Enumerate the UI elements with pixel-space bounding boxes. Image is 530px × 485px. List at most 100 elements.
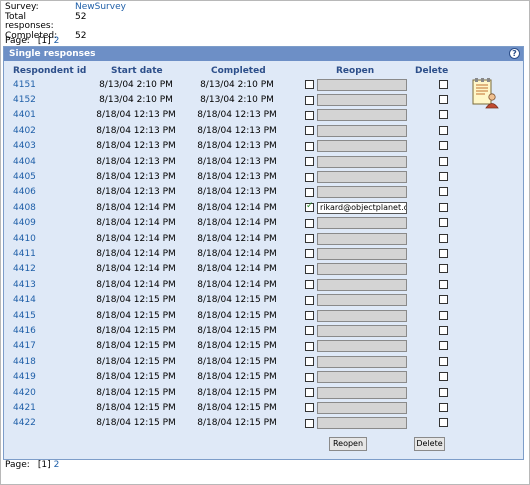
respondent-id-link[interactable]: 4413 xyxy=(13,280,36,290)
respondent-id-link[interactable]: 4403 xyxy=(13,141,36,151)
respondent-id-link[interactable]: 4416 xyxy=(13,326,36,336)
respondent-id-link[interactable]: 4421 xyxy=(13,403,36,413)
reopen-email-input[interactable] xyxy=(317,78,407,91)
delete-checkbox[interactable] xyxy=(438,110,448,120)
reopen-email-input[interactable] xyxy=(317,263,407,276)
reopen-checkbox[interactable] xyxy=(305,295,314,305)
reopen-email-input[interactable] xyxy=(317,355,407,368)
respondent-id-link[interactable]: 4402 xyxy=(13,126,36,136)
pager-next-link[interactable]: 2 xyxy=(54,36,60,46)
reopen-checkbox[interactable] xyxy=(305,187,314,197)
table-row: 4405 8/18/04 12:13 PM 8/18/04 12:13 PM xyxy=(4,169,463,184)
reopen-checkbox[interactable] xyxy=(305,311,314,321)
respondent-id-link[interactable]: 4414 xyxy=(13,295,36,305)
reopen-checkbox[interactable] xyxy=(305,372,314,382)
reopen-email-input[interactable] xyxy=(317,278,407,291)
delete-checkbox[interactable] xyxy=(438,141,448,151)
respondent-id-link[interactable]: 4411 xyxy=(13,249,36,259)
delete-checkbox[interactable] xyxy=(438,264,448,274)
reopen-button[interactable]: Reopen xyxy=(329,437,367,451)
delete-checkbox[interactable] xyxy=(438,156,448,166)
delete-button[interactable]: Delete xyxy=(414,437,445,451)
respondent-id-link[interactable]: 4151 xyxy=(13,80,36,90)
delete-checkbox[interactable] xyxy=(438,295,448,305)
respondent-id-link[interactable]: 4405 xyxy=(13,172,36,182)
delete-checkbox[interactable] xyxy=(438,125,448,135)
reopen-checkbox[interactable] xyxy=(305,403,314,413)
respondent-id-link[interactable]: 4406 xyxy=(13,187,36,197)
delete-checkbox[interactable] xyxy=(438,310,448,320)
reopen-email-input[interactable] xyxy=(317,109,407,122)
delete-checkbox[interactable] xyxy=(438,372,448,382)
reopen-email-input[interactable] xyxy=(317,232,407,245)
reopen-email-input[interactable] xyxy=(317,186,407,199)
delete-checkbox[interactable] xyxy=(438,356,448,366)
reopen-email-input[interactable] xyxy=(317,124,407,137)
reopen-checkbox[interactable] xyxy=(305,172,314,182)
reopen-checkbox[interactable] xyxy=(305,264,314,274)
delete-checkbox[interactable] xyxy=(438,95,448,105)
delete-checkbox[interactable] xyxy=(438,418,448,428)
reopen-checkbox[interactable] xyxy=(305,126,314,136)
respondent-id-link[interactable]: 4417 xyxy=(13,341,36,351)
respondent-id-link[interactable]: 4404 xyxy=(13,157,36,167)
reopen-checkbox[interactable] xyxy=(305,388,314,397)
reopen-checkbox[interactable] xyxy=(305,110,314,120)
reopen-email-input[interactable] xyxy=(317,155,407,168)
reopen-email-input[interactable] xyxy=(317,340,407,353)
respondent-id-link[interactable]: 4409 xyxy=(13,218,36,228)
reopen-email-input[interactable] xyxy=(317,417,407,430)
reopen-email-input[interactable] xyxy=(317,171,407,184)
delete-checkbox[interactable] xyxy=(438,172,448,182)
reopen-email-input[interactable] xyxy=(317,217,407,230)
reopen-email-input[interactable] xyxy=(317,247,407,260)
respondent-id-link[interactable]: 4419 xyxy=(13,372,36,382)
reopen-checkbox[interactable] xyxy=(305,95,314,105)
respondent-id-link[interactable]: 4410 xyxy=(13,234,36,244)
respondent-id-link[interactable]: 4152 xyxy=(13,95,36,105)
reopen-checkbox[interactable] xyxy=(305,326,314,336)
delete-checkbox[interactable] xyxy=(438,387,448,397)
reopen-cell xyxy=(287,123,423,138)
delete-checkbox[interactable] xyxy=(438,233,448,243)
delete-checkbox[interactable] xyxy=(438,79,448,89)
delete-checkbox[interactable] xyxy=(438,187,448,197)
reopen-checkbox[interactable] xyxy=(305,201,314,213)
respondent-id-link[interactable]: 4415 xyxy=(13,311,36,321)
reopen-checkbox[interactable] xyxy=(305,80,314,90)
table-row: 4420 8/18/04 12:15 PM 8/18/04 12:15 PM xyxy=(4,385,463,400)
reopen-checkbox[interactable] xyxy=(305,234,314,244)
reopen-email-input[interactable]: rikard@objectplanet.com xyxy=(317,201,407,214)
delete-checkbox[interactable] xyxy=(438,325,448,335)
reopen-checkbox[interactable] xyxy=(305,418,314,428)
delete-checkbox[interactable] xyxy=(438,248,448,258)
respondent-id-link[interactable]: 4401 xyxy=(13,110,36,120)
reopen-checkbox[interactable] xyxy=(305,249,314,259)
reopen-email-input[interactable] xyxy=(317,94,407,107)
respondent-id-link[interactable]: 4420 xyxy=(13,388,36,398)
respondent-id-link[interactable]: 4408 xyxy=(13,203,36,213)
delete-checkbox[interactable] xyxy=(438,218,448,228)
reopen-email-input[interactable] xyxy=(317,294,407,307)
respondent-id-link[interactable]: 4418 xyxy=(13,357,36,367)
reopen-checkbox[interactable] xyxy=(305,157,314,167)
delete-checkbox[interactable] xyxy=(438,279,448,289)
reopen-email-input[interactable] xyxy=(317,401,407,414)
help-icon[interactable]: ? xyxy=(509,48,520,59)
reopen-checkbox[interactable] xyxy=(305,218,314,228)
delete-checkbox[interactable] xyxy=(438,402,448,412)
delete-checkbox[interactable] xyxy=(438,202,448,212)
reopen-checkbox[interactable] xyxy=(305,357,314,367)
reopen-checkbox[interactable] xyxy=(305,341,314,351)
respondent-id-link[interactable]: 4412 xyxy=(13,264,36,274)
reopen-email-input[interactable] xyxy=(317,324,407,337)
reopen-email-input[interactable] xyxy=(317,386,407,399)
delete-checkbox[interactable] xyxy=(438,341,448,351)
respondent-id-link[interactable]: 4422 xyxy=(13,418,36,428)
reopen-checkbox[interactable] xyxy=(305,141,314,151)
reopen-email-input[interactable] xyxy=(317,309,407,322)
reopen-email-input[interactable] xyxy=(317,140,407,153)
pager-next-link[interactable]: 2 xyxy=(54,460,60,470)
reopen-checkbox[interactable] xyxy=(305,280,314,290)
reopen-email-input[interactable] xyxy=(317,371,407,384)
